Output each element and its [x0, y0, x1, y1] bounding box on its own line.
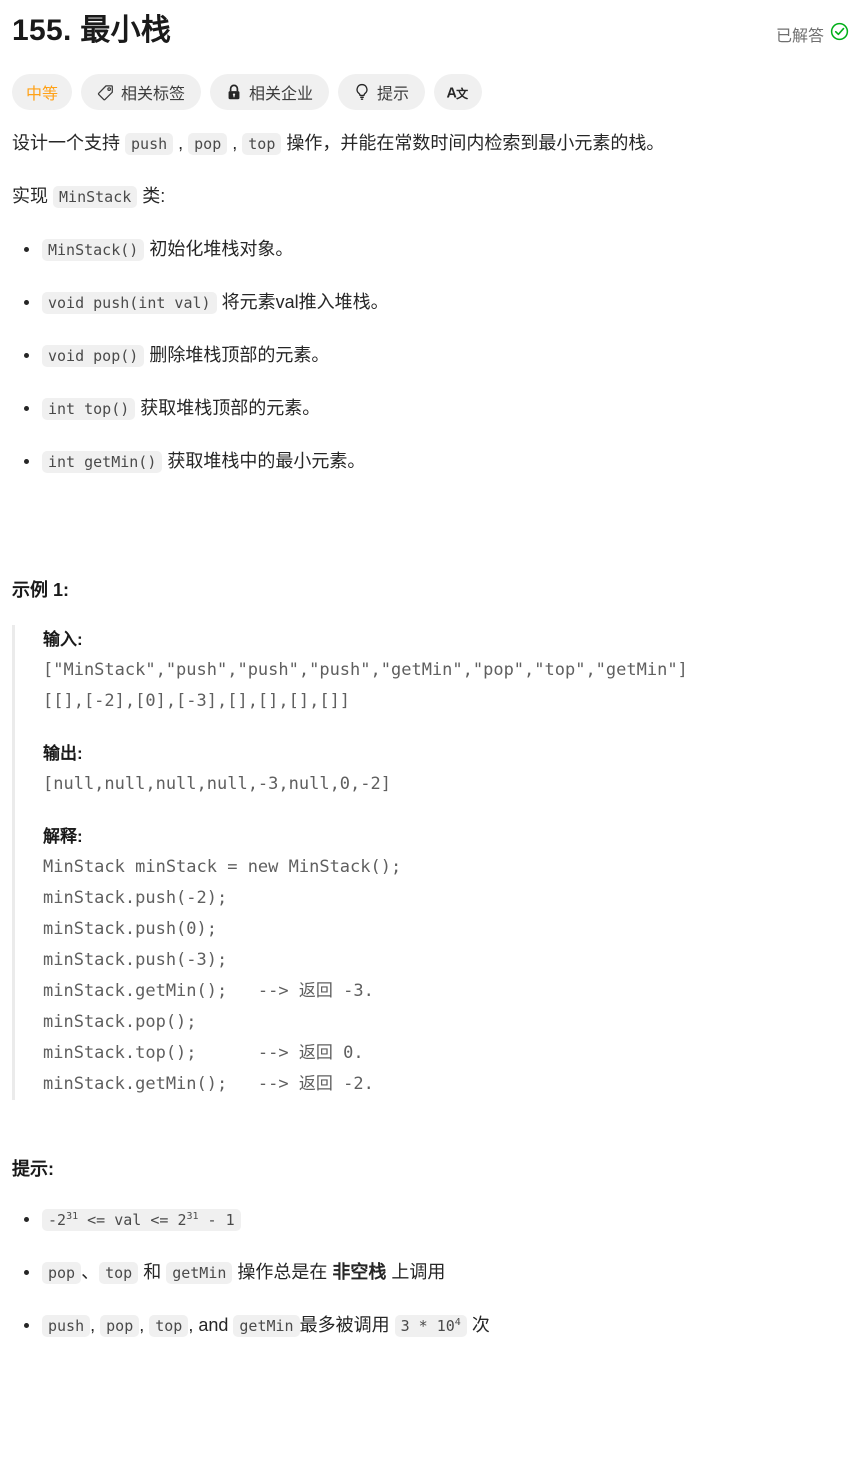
hints-button[interactable]: 提示 [338, 74, 426, 110]
constraint-text: , and [188, 1315, 234, 1335]
related-companies-label: 相关企业 [249, 86, 314, 103]
check-circle-icon [830, 22, 849, 46]
solved-label: 已解答 [775, 28, 824, 45]
limit-before: 3 * 10 [400, 1317, 455, 1335]
constraints-list: -231 <= val <= 231 - 1 pop、 top 和 getMin … [12, 1204, 849, 1341]
method-description: 删除堆栈顶部的元素。 [144, 345, 330, 365]
difficulty-label: 中等 [26, 86, 59, 103]
list-item: push, pop, top, and getMin 最多被调用 3 * 104 … [24, 1310, 849, 1341]
method-description: 将元素val推入堆栈。 [216, 292, 389, 312]
list-item: -231 <= val <= 231 - 1 [24, 1204, 849, 1235]
constraints-heading: 提示: [12, 1159, 54, 1179]
limit-exp: 4 [454, 1317, 461, 1328]
hints-label: 提示 [377, 86, 410, 103]
constraint-text: 、 [81, 1262, 100, 1282]
code-chip-getmin: getMin [166, 1262, 233, 1284]
desc-text-2: 操作，并能在常数时间内检索到最小元素的栈。 [281, 133, 665, 153]
constraint-text: 和 [138, 1262, 167, 1282]
description-paragraph-2: 实现 MinStack 类: [12, 181, 849, 212]
range-exp-1: 31 [66, 1211, 79, 1222]
tag-icon [97, 84, 114, 101]
lock-icon [226, 84, 242, 101]
method-description: 初始化堆栈对象。 [144, 239, 294, 259]
range-middle: <= val <= 2 [78, 1211, 187, 1229]
list-item: int top() 获取堆栈顶部的元素。 [24, 393, 849, 424]
code-chip-top: top [99, 1262, 139, 1284]
svg-text:A: A [447, 85, 457, 101]
related-tags-label: 相关标签 [121, 86, 186, 103]
example-input-label: 输入: [43, 630, 83, 649]
example-gap [43, 800, 849, 822]
desc-sep-2: , [227, 133, 243, 153]
desc-sep-1: , [173, 133, 189, 153]
constraint-text: , [139, 1315, 150, 1335]
problem-content: 设计一个支持 push , pop , top 操作，并能在常数时间内检索到最小… [12, 128, 849, 1341]
related-companies-button[interactable]: 相关企业 [210, 74, 330, 110]
problem-description-page: 155. 最小栈 已解答 中等 相关标签 相关企业 提示 A 文 设计一个支持 … [0, 0, 861, 1373]
constraint-emphasis: 非空栈 [332, 1262, 387, 1282]
constraint-text: 最多被调用 [299, 1315, 395, 1335]
svg-text:文: 文 [456, 86, 469, 101]
code-chip-top: top [242, 133, 282, 155]
translate-icon: A 文 [446, 83, 470, 102]
example-explain-value: MinStack minStack = new MinStack(); minS… [43, 857, 402, 1094]
code-chip-top: top [149, 1315, 189, 1337]
code-chip-minstack: MinStack [53, 186, 138, 208]
code-chip-pop: pop [100, 1315, 140, 1337]
list-item: MinStack() 初始化堆栈对象。 [24, 234, 849, 265]
code-chip-push: push [42, 1315, 91, 1337]
example-output-label: 输出: [43, 744, 83, 763]
example-explain-label: 解释: [43, 827, 83, 846]
constraint-value-range: -231 <= val <= 231 - 1 [42, 1209, 241, 1231]
constraint-text: , [90, 1315, 101, 1335]
method-description: 获取堆栈顶部的元素。 [135, 398, 321, 418]
example-input-value: ["MinStack","push","push","push","getMin… [43, 660, 688, 711]
translate-toggle-button[interactable]: A 文 [434, 74, 483, 110]
description-paragraph-1: 设计一个支持 push , pop , top 操作，并能在常数时间内检索到最小… [12, 128, 849, 159]
difficulty-badge[interactable]: 中等 [12, 74, 73, 110]
range-exp-2: 31 [186, 1211, 199, 1222]
example-gap [43, 717, 849, 739]
code-chip-getmin: getMin [233, 1315, 300, 1337]
list-item: void pop() 删除堆栈顶部的元素。 [24, 340, 849, 371]
method-signature: void pop() [42, 345, 145, 367]
list-item: void push(int val) 将元素val推入堆栈。 [24, 287, 849, 318]
list-item: int getMin() 获取堆栈中的最小元素。 [24, 446, 849, 477]
code-chip-pop: pop [188, 133, 228, 155]
example-output-value: [null,null,null,null,-3,null,0,-2] [43, 774, 391, 794]
method-signature: void push(int val) [42, 292, 217, 314]
constraint-text: 操作总是在 [232, 1262, 333, 1282]
problem-header: 155. 最小栈 已解答 [12, 0, 849, 52]
code-chip-push: push [125, 133, 174, 155]
code-chip-pop: pop [42, 1262, 82, 1284]
desc-text-1: 设计一个支持 [12, 133, 126, 153]
solved-status: 已解答 [776, 10, 849, 46]
method-signature: int top() [42, 398, 136, 420]
range-before: -2 [48, 1211, 67, 1229]
constraint-call-limit: 3 * 104 [394, 1315, 467, 1337]
method-list: MinStack() 初始化堆栈对象。 void push(int val) 将… [12, 234, 849, 477]
method-description: 获取堆栈中的最小元素。 [162, 451, 366, 471]
method-signature: MinStack() [42, 239, 145, 261]
example-block: 输入: ["MinStack","push","push","push","ge… [12, 625, 849, 1100]
constraint-text: 上调用 [386, 1262, 446, 1282]
list-item: pop、 top 和 getMin 操作总是在 非空栈 上调用 [24, 1257, 849, 1288]
lightbulb-icon [354, 83, 370, 101]
related-tags-button[interactable]: 相关标签 [81, 74, 202, 110]
range-after: - 1 [198, 1211, 235, 1229]
example-heading: 示例 1: [12, 580, 70, 600]
constraint-text: 次 [466, 1315, 490, 1335]
page-title: 155. 最小栈 [12, 14, 172, 47]
problem-meta-badges: 中等 相关标签 相关企业 提示 A 文 [12, 74, 849, 110]
impl-text-1: 实现 [12, 186, 54, 206]
method-signature: int getMin() [42, 451, 163, 473]
impl-text-2: 类: [137, 186, 166, 206]
